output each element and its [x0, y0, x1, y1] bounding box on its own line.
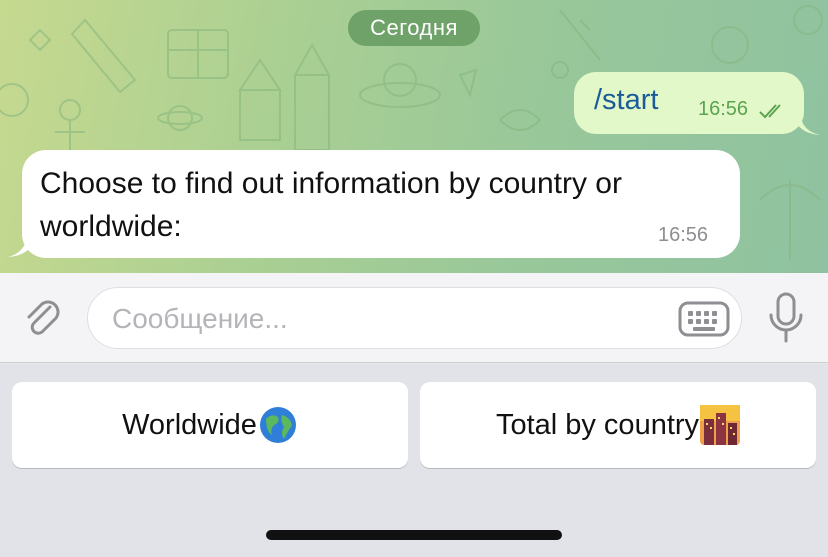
home-indicator: [266, 530, 562, 540]
outgoing-message-text: /start: [594, 84, 659, 116]
incoming-message-text: Choose to find out information by countr…: [40, 167, 622, 243]
message-input[interactable]: Сообщение...: [87, 287, 742, 349]
outgoing-bubble-tail: [790, 108, 820, 135]
microphone-icon[interactable]: [766, 291, 806, 345]
city-dusk-emoji-icon: [700, 405, 741, 445]
outgoing-message-bubble[interactable]: /start 16:56: [574, 72, 804, 134]
date-chip: Сегодня: [348, 10, 480, 46]
globe-emoji-icon: [259, 407, 296, 443]
double-check-icon: [759, 104, 781, 119]
keyboard-icon[interactable]: [678, 301, 730, 337]
message-composer: Сообщение...: [0, 273, 828, 363]
total-by-country-button[interactable]: Total by country: [420, 382, 816, 468]
worldwide-button[interactable]: Worldwide: [12, 382, 408, 468]
worldwide-button-label: Worldwide: [122, 408, 257, 441]
total-by-country-button-label: Total by country: [495, 408, 700, 441]
outgoing-message-time: 16:56: [698, 98, 749, 120]
chat-area[interactable]: Сегодня /start 16:56 Choose to find out …: [0, 0, 828, 273]
incoming-message-time: 16:56: [658, 224, 709, 246]
paperclip-icon[interactable]: [20, 295, 66, 341]
reply-keyboard: Worldwide Total by country: [0, 364, 828, 557]
incoming-message-bubble[interactable]: Choose to find out information by countr…: [22, 150, 740, 258]
message-placeholder: Сообщение...: [112, 303, 288, 334]
